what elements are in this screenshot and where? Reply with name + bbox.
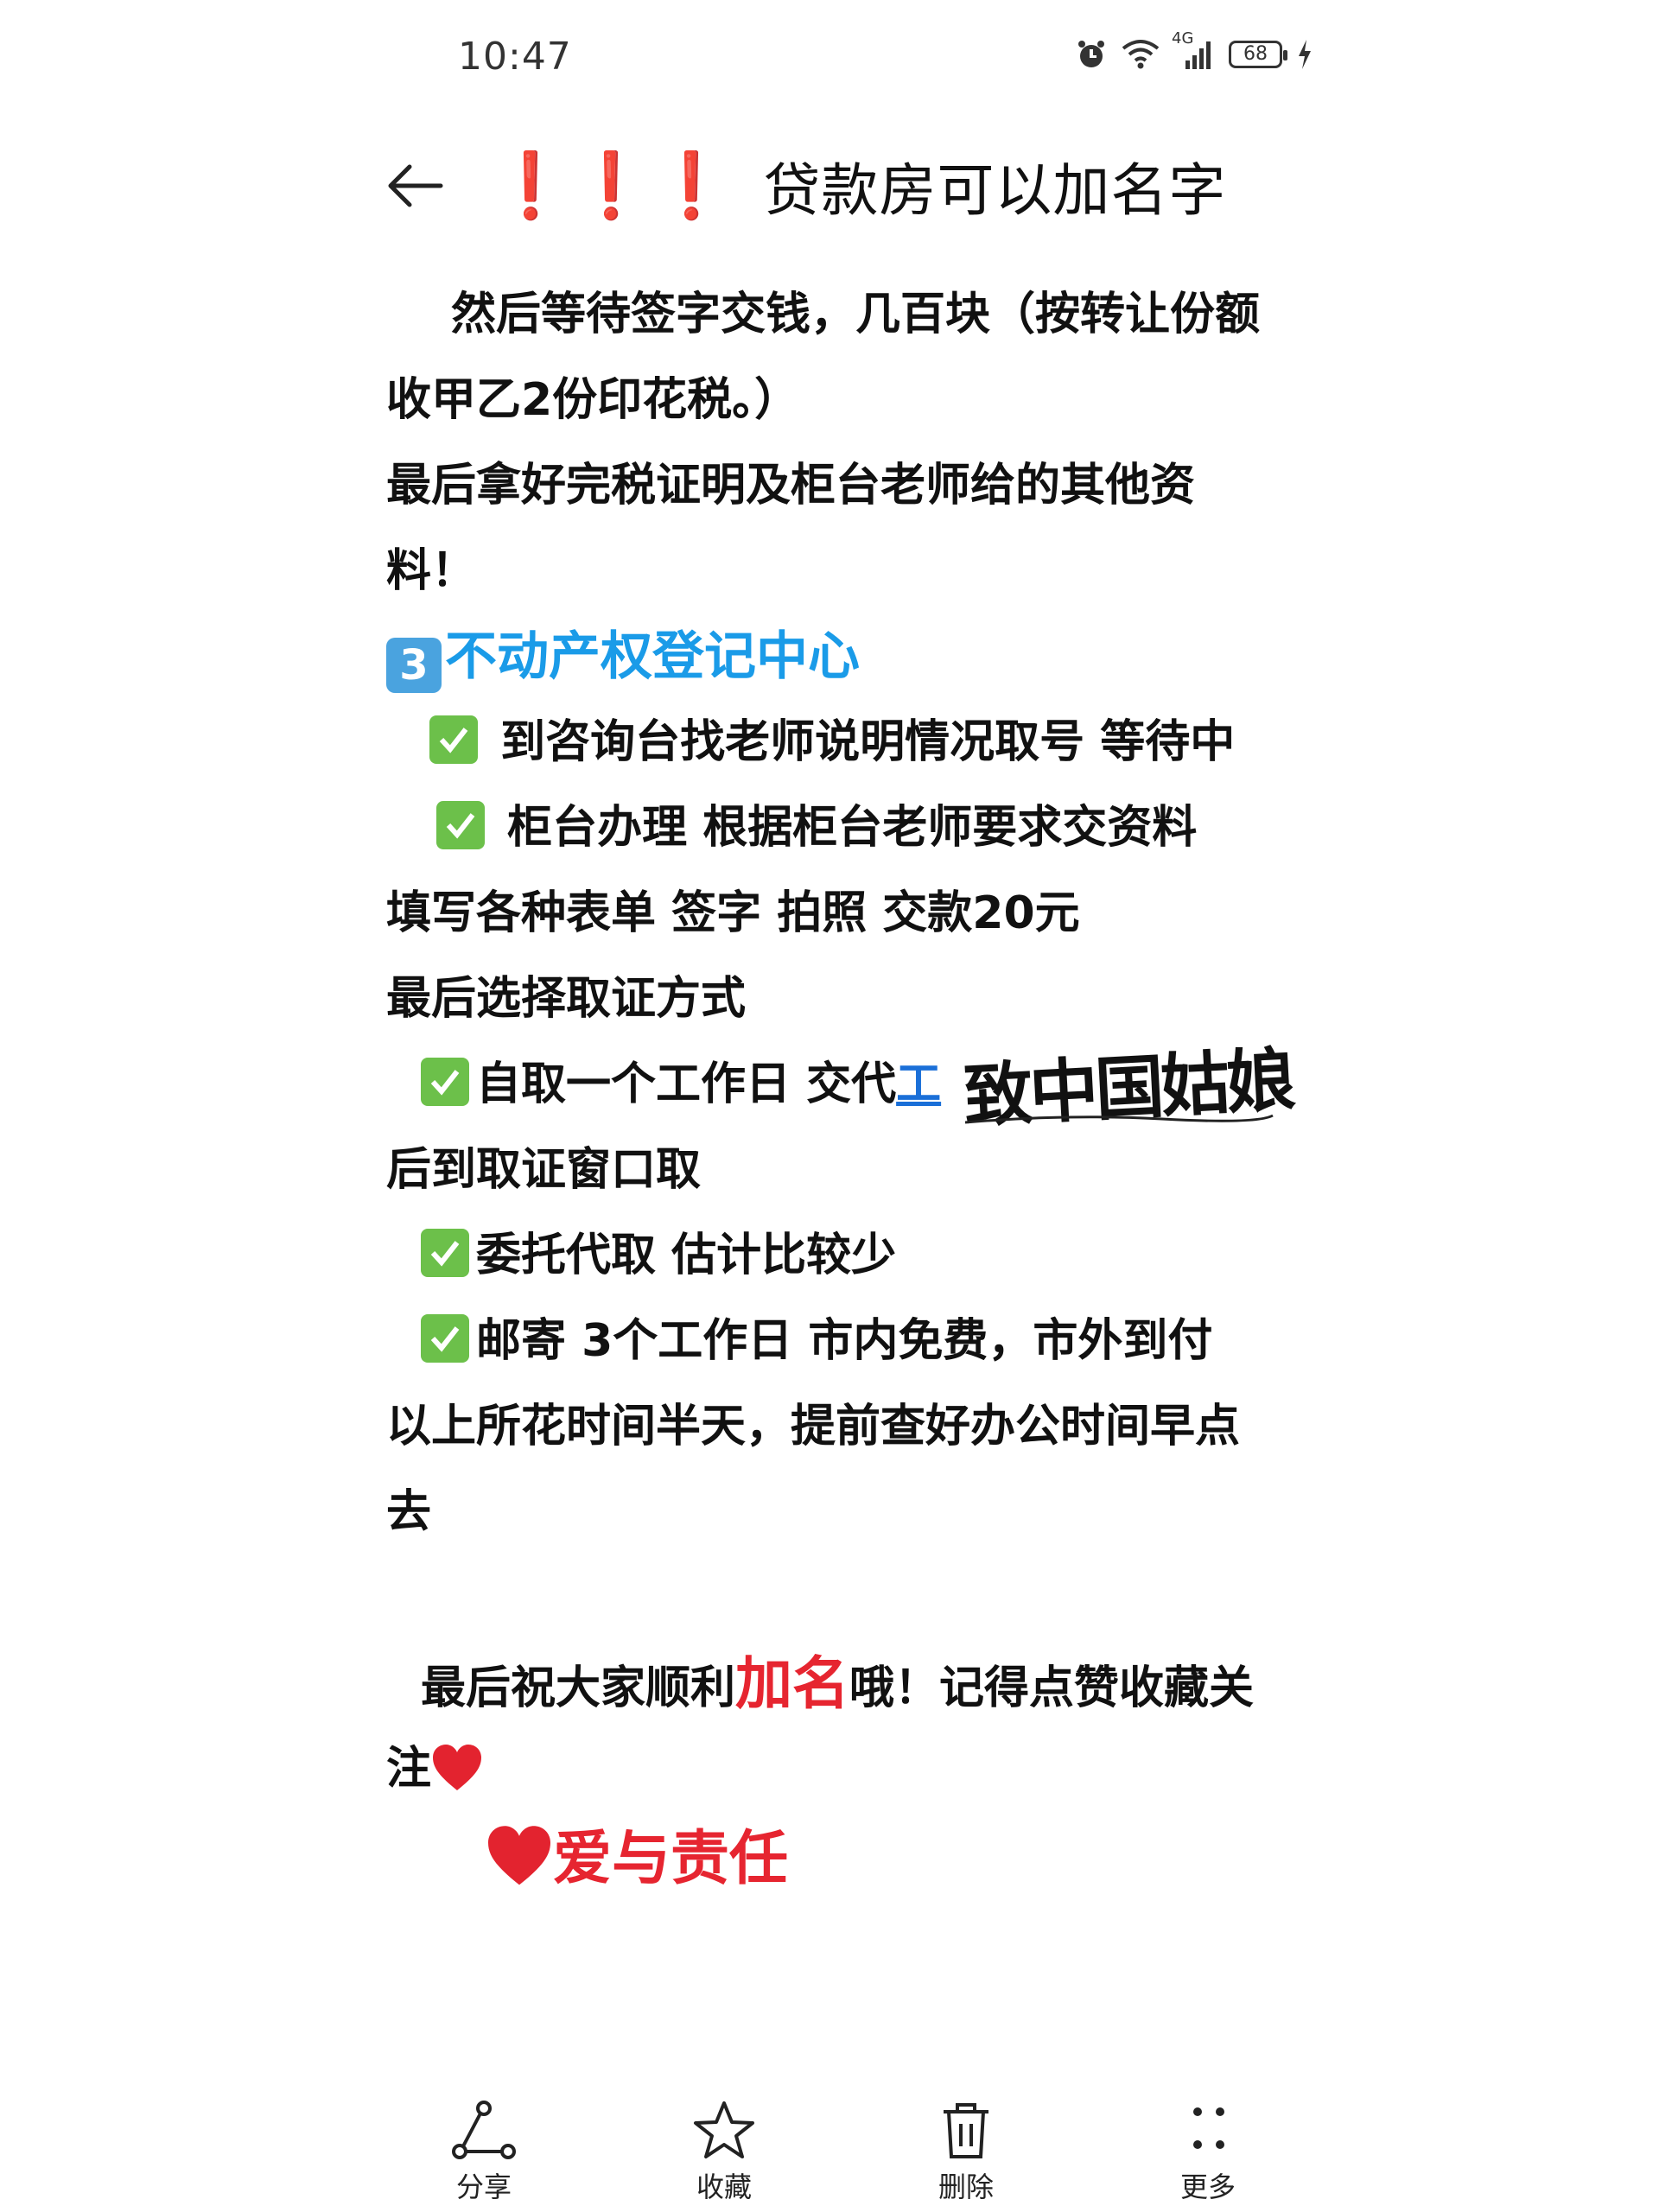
signoff-line: 爱与责任 [386, 1812, 1302, 1907]
closing-line: 注 [386, 1726, 1302, 1812]
favorite-button[interactable]: 收藏 [672, 2100, 776, 2205]
paragraph-line: 然后等待签字交钱，几百块（按转让份额 [451, 289, 1261, 340]
share-label: 分享 [455, 2171, 512, 2203]
paragraph-line: 去 [386, 1486, 432, 1538]
share-icon [432, 2100, 536, 2162]
section-heading: 3 不动产权登记中心 [386, 614, 1302, 700]
trash-icon [914, 2100, 1018, 2162]
checklist-text: 邮寄 3个工作日 市内免费，市外到付 [476, 1315, 1213, 1367]
closing-text: 最后祝大家顺利 [421, 1662, 736, 1714]
closing-text: 注 [386, 1743, 432, 1795]
keycap-number-icon: 3 [386, 638, 442, 693]
check-mark-icon [421, 1058, 469, 1106]
title-text: 贷款房可以加名字 [763, 157, 1227, 224]
more-label: 更多 [1179, 2171, 1236, 2203]
closing-line: 最后祝大家顺利加名哦！记得点赞收藏关 [386, 1641, 1302, 1726]
alarm-icon [1075, 38, 1108, 71]
share-button[interactable]: 分享 [432, 2100, 536, 2205]
checklist-text: 委托代取 估计比较少 [476, 1230, 897, 1281]
selected-text-fragment: 工 [896, 1058, 942, 1110]
charging-icon [1296, 38, 1313, 71]
cellular-signal-icon: 4G [1172, 29, 1215, 71]
checklist-item: 邮寄 3个工作日 市内免费，市外到付 [386, 1299, 1302, 1384]
battery-indicator: 68 [1229, 41, 1287, 68]
section-title: 不动产权登记中心 [445, 626, 860, 687]
check-mark-icon [429, 715, 478, 764]
status-icons: 4G 68 [1075, 29, 1313, 71]
paragraph-line: 以上所花时间半天，提前查好办公时间早点 [386, 1401, 1241, 1452]
favorite-label: 收藏 [696, 2171, 752, 2203]
paragraph-line: 料！ [386, 545, 477, 597]
highlight-text: 加名 [735, 1650, 850, 1717]
checklist-text: 自取一个工作日 交代 [476, 1058, 897, 1110]
checklist-item: 委托代取 估计比较少 [386, 1213, 1302, 1299]
closing-text: 哦！记得点赞收藏关 [849, 1662, 1255, 1714]
note-header: ❗❗❗ 贷款房可以加名字 [380, 143, 1226, 229]
checklist-item: 柜台办理 根据柜台老师要求交资料 [386, 785, 1302, 871]
check-mark-icon [436, 801, 485, 849]
status-time: 10:47 [458, 35, 572, 79]
checklist-text: 柜台办理 根据柜台老师要求交资料 [492, 802, 1198, 854]
back-arrow-icon[interactable] [380, 151, 449, 220]
wifi-icon [1122, 38, 1160, 71]
status-bar: 10:47 4G 68 [0, 0, 1659, 121]
signoff-text: 爱与责任 [553, 1825, 789, 1893]
watermark-underline [964, 1114, 1274, 1124]
paragraph-line: 最后拿好完税证明及柜台老师给的其他资 [386, 460, 1196, 512]
paragraph-line: 后到取证窗口取 [386, 1144, 702, 1196]
heart-icon [486, 1825, 553, 1920]
paragraph-line: 收甲乙2份印花税。） [386, 374, 800, 426]
delete-button[interactable]: 删除 [914, 2100, 1018, 2205]
check-mark-icon [421, 1314, 469, 1363]
paragraph-line: 最后选择取证方式 [386, 973, 747, 1025]
network-type: 4G [1172, 29, 1194, 48]
bottom-action-bar: 分享 收藏 删除 更多 [0, 2091, 1659, 2212]
paragraph-line: 填写各种表单 签字 拍照 交款20元 [386, 887, 1080, 939]
star-icon [672, 2100, 776, 2162]
more-icon [1156, 2100, 1260, 2162]
page-title: ❗❗❗ 贷款房可以加名字 [491, 144, 1226, 227]
heart-icon [431, 1735, 483, 1821]
check-mark-icon [421, 1229, 469, 1277]
checklist-text: 到咨询台找老师说明情况取号 等待中 [485, 716, 1236, 768]
checklist-item: 到咨询台找老师说明情况取号 等待中 [386, 700, 1302, 785]
exclamation-marks: ❗❗❗ [491, 148, 733, 223]
more-button[interactable]: 更多 [1156, 2100, 1260, 2205]
delete-label: 删除 [938, 2171, 994, 2203]
